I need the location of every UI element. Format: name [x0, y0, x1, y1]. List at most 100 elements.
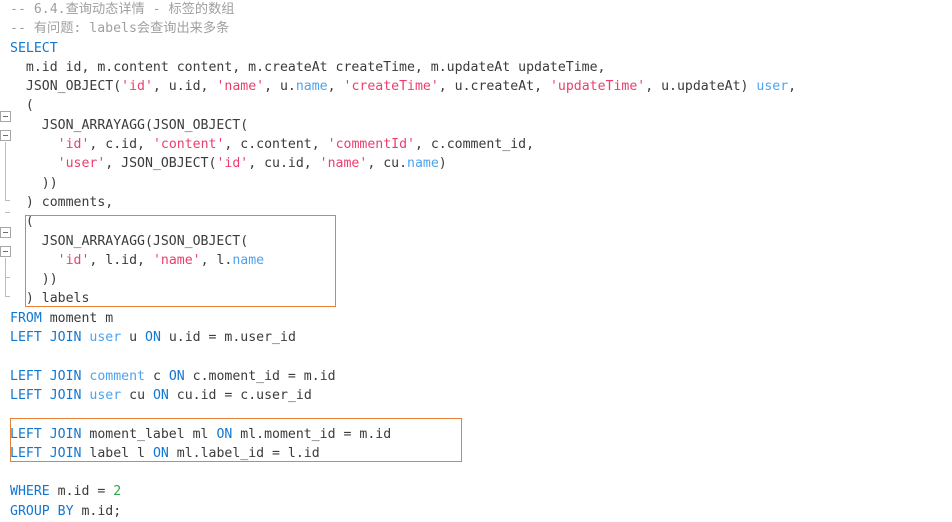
code-token: ) comments, [10, 194, 114, 210]
code-token: ON [152, 445, 169, 461]
code-token: , cu. [367, 156, 408, 172]
code-token: , cu.id, [248, 156, 320, 172]
code-line[interactable]: -- 有问题: labels会查询出来多条 [0, 19, 952, 38]
code-line[interactable]: GROUP BY m.id; [0, 502, 952, 521]
code-token: c [145, 368, 169, 384]
code-token: 'updateTime' [549, 79, 646, 95]
code-token: user [89, 387, 122, 403]
code-token: LEFT JOIN [10, 368, 82, 384]
code-token: moment m [41, 310, 114, 326]
code-token: WHERE [10, 484, 50, 500]
code-line[interactable]: JSON_OBJECT('id', u.id, 'name', u.name , … [0, 77, 952, 96]
code-token: u [121, 330, 146, 346]
code-token: m.id = [49, 484, 114, 500]
code-token: user [89, 330, 122, 346]
code-line[interactable]: SELECT [0, 39, 952, 58]
code-line[interactable] [0, 405, 952, 424]
code-token: c.moment_id = m.id [184, 368, 336, 384]
code-token: )) [10, 272, 58, 288]
code-token: )) [10, 175, 58, 191]
code-line[interactable]: LEFT JOIN moment_label ml ON ml.moment_i… [0, 425, 952, 444]
code-line[interactable]: JSON_ARRAYAGG(JSON_OBJECT( [0, 116, 952, 135]
code-token: 'user' [57, 156, 106, 172]
code-token: cu [121, 387, 153, 403]
code-token: ON [168, 368, 185, 384]
code-token: label l [81, 445, 153, 461]
code-token: JSON_OBJECT( [10, 79, 122, 95]
code-line[interactable]: JSON_ARRAYAGG(JSON_OBJECT( [0, 232, 952, 251]
code-token: JSON_ARRAYAGG(JSON_OBJECT( [10, 233, 249, 249]
code-token: user [756, 79, 789, 95]
code-token: LEFT JOIN [10, 445, 82, 461]
code-token: 'content' [152, 137, 225, 153]
code-token: ) [438, 156, 447, 172]
code-token: , [327, 79, 344, 95]
code-line[interactable] [0, 463, 952, 482]
code-token: 'id' [57, 137, 90, 153]
code-line[interactable]: LEFT JOIN label l ON ml.label_id = l.id [0, 444, 952, 463]
code-token: 'commentId' [327, 137, 415, 153]
code-token: name [295, 79, 328, 95]
code-token: LEFT JOIN [10, 330, 82, 346]
code-token: , u. [264, 79, 296, 95]
code-token: 'name' [152, 252, 201, 268]
code-content[interactable]: -- 6.4.查询动态详情 - 标签的数组 -- 有问题: labels会查询出来… [0, 0, 952, 522]
code-token: -- 有问题: labels会查询出来多条 [10, 21, 230, 37]
code-token: ( [10, 98, 34, 114]
code-token: , c.content, [224, 137, 328, 153]
code-line[interactable]: m.id id, m.content content, m.createAt c… [0, 58, 952, 77]
code-token: 'name' [319, 156, 368, 172]
code-line[interactable]: -- 6.4.查询动态详情 - 标签的数组 [0, 0, 952, 19]
code-line[interactable]: LEFT JOIN user cu ON cu.id = c.user_id [0, 386, 952, 405]
code-line[interactable]: 'id', l.id, 'name', l.name [0, 251, 952, 270]
code-line[interactable]: )) [0, 270, 952, 289]
code-token: 2 [113, 484, 122, 500]
code-token: , c.comment_id, [414, 137, 535, 153]
code-line[interactable]: WHERE m.id = 2 [0, 482, 952, 501]
code-token: 'id' [57, 252, 90, 268]
code-line[interactable]: FROM moment m [0, 309, 952, 328]
code-token: , l.id, [89, 252, 153, 268]
code-line[interactable]: ) comments, [0, 193, 952, 212]
code-line[interactable]: )) [0, 174, 952, 193]
code-token: , u.createAt, [438, 79, 550, 95]
code-token: , u.updateAt) [645, 79, 757, 95]
code-line[interactable] [0, 347, 952, 366]
code-token: name [407, 156, 439, 172]
code-token: comment [89, 368, 145, 384]
code-line[interactable]: ) labels [0, 289, 952, 308]
code-token: ON [145, 330, 161, 346]
code-token: ml.moment_id = m.id [232, 426, 392, 442]
code-token: JSON_ARRAYAGG(JSON_OBJECT( [10, 117, 249, 133]
code-token: ON [216, 426, 233, 442]
code-line[interactable]: 'id', c.id, 'content', c.content, 'comme… [0, 135, 952, 154]
code-token: 'id' [121, 79, 153, 95]
code-token: ) labels [10, 291, 90, 307]
code-line[interactable]: LEFT JOIN comment c ON c.moment_id = m.i… [0, 367, 952, 386]
code-token: moment_label ml [81, 426, 217, 442]
code-token: FROM [10, 310, 42, 326]
code-token: -- 6.4.查询动态详情 - 标签的数组 [10, 2, 235, 17]
code-token: 'id' [216, 156, 249, 172]
code-token: ( [10, 214, 34, 230]
code-token: m.id id, m.content content, m.createAt c… [10, 59, 606, 75]
code-token: , l. [200, 252, 233, 268]
code-token: , [788, 79, 797, 95]
code-line[interactable]: 'user', JSON_OBJECT('id', cu.id, 'name',… [0, 154, 952, 173]
code-token: 'createTime' [343, 79, 439, 95]
code-token: m.id; [73, 503, 122, 519]
code-line[interactable]: LEFT JOIN user u ON u.id = m.user_id [0, 328, 952, 347]
sql-code-editor[interactable]: -- 6.4.查询动态详情 - 标签的数组 -- 有问题: labels会查询出来… [0, 0, 952, 522]
code-token: ml.label_id = l.id [168, 445, 320, 461]
code-line[interactable]: ( [0, 212, 952, 231]
code-token: , u.id, [152, 79, 217, 95]
code-token: cu.id = c.user_id [168, 387, 312, 403]
code-token: GROUP BY [10, 503, 74, 519]
code-token: ON [152, 387, 169, 403]
code-token: u.id = m.user_id [160, 330, 296, 346]
code-token: , JSON_OBJECT( [105, 156, 217, 172]
code-token: , c.id, [89, 137, 153, 153]
code-line[interactable]: ( [0, 96, 952, 115]
